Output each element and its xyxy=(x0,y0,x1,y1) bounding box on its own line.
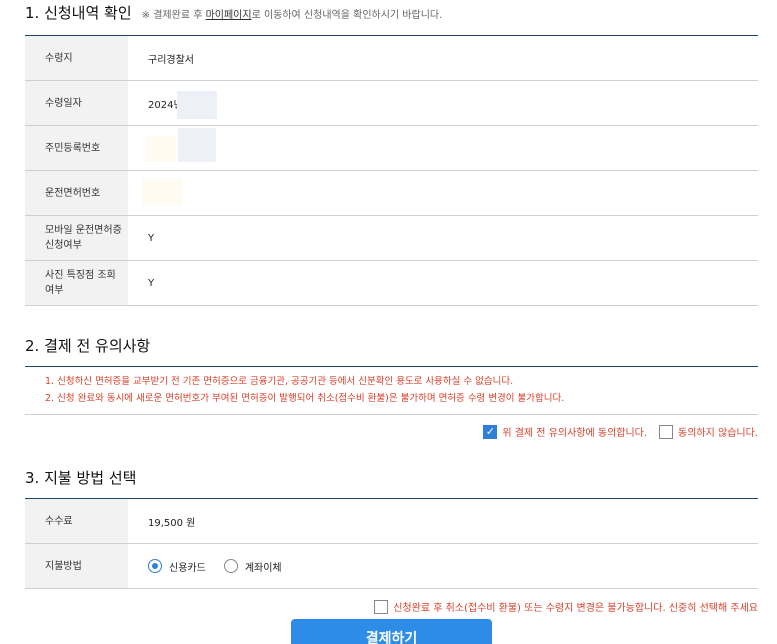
row-value: Y xyxy=(148,277,155,289)
row-label: 수령지 xyxy=(25,36,128,80)
table-row: 사진 특징점 조회 여부 Y xyxy=(25,261,758,306)
agreement-options: ✓ 위 결제 전 유의사항에 동의합니다. 동의하지 않습니다. xyxy=(483,424,758,439)
table-row: 모바일 운전면허증 신청여부 Y xyxy=(25,216,758,261)
masked-region xyxy=(177,91,217,119)
method-card-label: 신용카드 xyxy=(169,562,206,574)
row-value-cell xyxy=(128,171,758,215)
agree-label: 위 결제 전 유의사항에 동의합니다. xyxy=(502,428,648,439)
table-row: 주민등록번호 xyxy=(25,126,758,171)
row-value: 구리경찰서 xyxy=(148,54,194,66)
radio-icon[interactable] xyxy=(223,559,238,573)
radio-icon[interactable] xyxy=(148,559,162,573)
fee-label: 수수료 xyxy=(25,499,128,543)
table-row: 지불방법 신용카드 계좌이체 xyxy=(25,544,758,589)
mypage-link[interactable]: 마이페이지 xyxy=(206,10,252,21)
section2-title: 2. 결제 전 유의사항 xyxy=(25,337,151,355)
section1-title: 1. 신청내역 확인 xyxy=(25,4,132,22)
table-row: 수수료 19,500 원 xyxy=(25,499,758,544)
table-row: 수령지 구리경찰서 xyxy=(25,36,758,81)
disagree-option[interactable]: 동의하지 않습니다. xyxy=(659,424,758,439)
precaution-item: 1. 신청하신 면허증을 교부받기 전 기존 면허증으로 금융기관, 공공기관 … xyxy=(45,376,514,387)
agree-checkbox[interactable]: ✓ xyxy=(483,424,498,439)
table-row: 수령일자 2024년 xyxy=(25,81,758,126)
final-confirm-label: 신청완료 후 취소(접수비 환불) 또는 수령지 변경은 불가능합니다. 신중히… xyxy=(393,603,758,614)
masked-region xyxy=(142,179,182,205)
note-prefix: ※ 결제완료 후 xyxy=(141,10,206,21)
precaution-list: 1. 신청하신 면허증을 교부받기 전 기존 면허증으로 금융기관, 공공기관 … xyxy=(45,373,564,407)
final-confirm-option[interactable]: 신청완료 후 취소(접수비 환불) 또는 수령지 변경은 불가능합니다. 신중히… xyxy=(374,599,758,614)
check-icon: ✓ xyxy=(485,425,495,438)
precaution-item: 2. 신청 완료와 동시에 새로운 면허번호가 부여된 면허증이 발행되어 취소… xyxy=(45,393,565,404)
row-label: 운전면허번호 xyxy=(25,171,128,215)
row-label: 수령일자 xyxy=(25,81,128,125)
payment-method-group: 신용카드 계좌이체 xyxy=(148,559,282,574)
row-value: Y xyxy=(148,232,155,244)
method-options-cell: 신용카드 계좌이체 xyxy=(128,544,758,588)
note-suffix: 로 이동하여 신청내역을 확인하시기 바랍니다. xyxy=(251,10,443,21)
masked-region xyxy=(178,128,216,162)
row-label: 사진 특징점 조회 여부 xyxy=(25,261,128,305)
method-card-option[interactable]: 신용카드 xyxy=(148,559,206,574)
application-table: 수령지 구리경찰서 수령일자 2024년 주민등록번호 운전면허번호 모바일 운… xyxy=(25,36,758,306)
method-transfer-label: 계좌이체 xyxy=(244,562,282,574)
pay-button[interactable]: 결제하기 xyxy=(291,619,492,644)
payment-table: 수수료 19,500 원 지불방법 신용카드 계좌이체 xyxy=(25,499,758,589)
masked-region xyxy=(146,136,176,162)
section-title-precautions: 2. 결제 전 유의사항 xyxy=(25,335,150,356)
section-title-payment: 3. 지불 방법 선택 xyxy=(25,467,136,488)
section1-note: ※ 결제완료 후 마이페이지로 이동하여 신청내역을 확인하시기 바랍니다. xyxy=(142,6,443,21)
disagree-checkbox[interactable] xyxy=(659,424,674,439)
section2-top-rule xyxy=(25,366,758,367)
row-label: 모바일 운전면허증 신청여부 xyxy=(25,216,128,260)
agree-option[interactable]: ✓ 위 결제 전 유의사항에 동의합니다. xyxy=(483,424,647,439)
section-title-application: 1. 신청내역 확인 ※ 결제완료 후 마이페이지로 이동하여 신청내역을 확인… xyxy=(25,2,442,23)
method-label: 지불방법 xyxy=(25,544,128,588)
divider xyxy=(25,414,758,415)
disagree-label: 동의하지 않습니다. xyxy=(678,428,758,439)
fee-value: 19,500 원 xyxy=(148,517,196,529)
final-confirm-checkbox[interactable] xyxy=(374,599,389,614)
row-value-cell xyxy=(128,126,758,170)
section3-title: 3. 지불 방법 선택 xyxy=(25,469,137,487)
row-value-cell: 2024년 xyxy=(128,81,758,125)
table-row: 운전면허번호 xyxy=(25,171,758,216)
method-transfer-option[interactable]: 계좌이체 xyxy=(223,559,282,574)
row-label: 주민등록번호 xyxy=(25,126,128,170)
